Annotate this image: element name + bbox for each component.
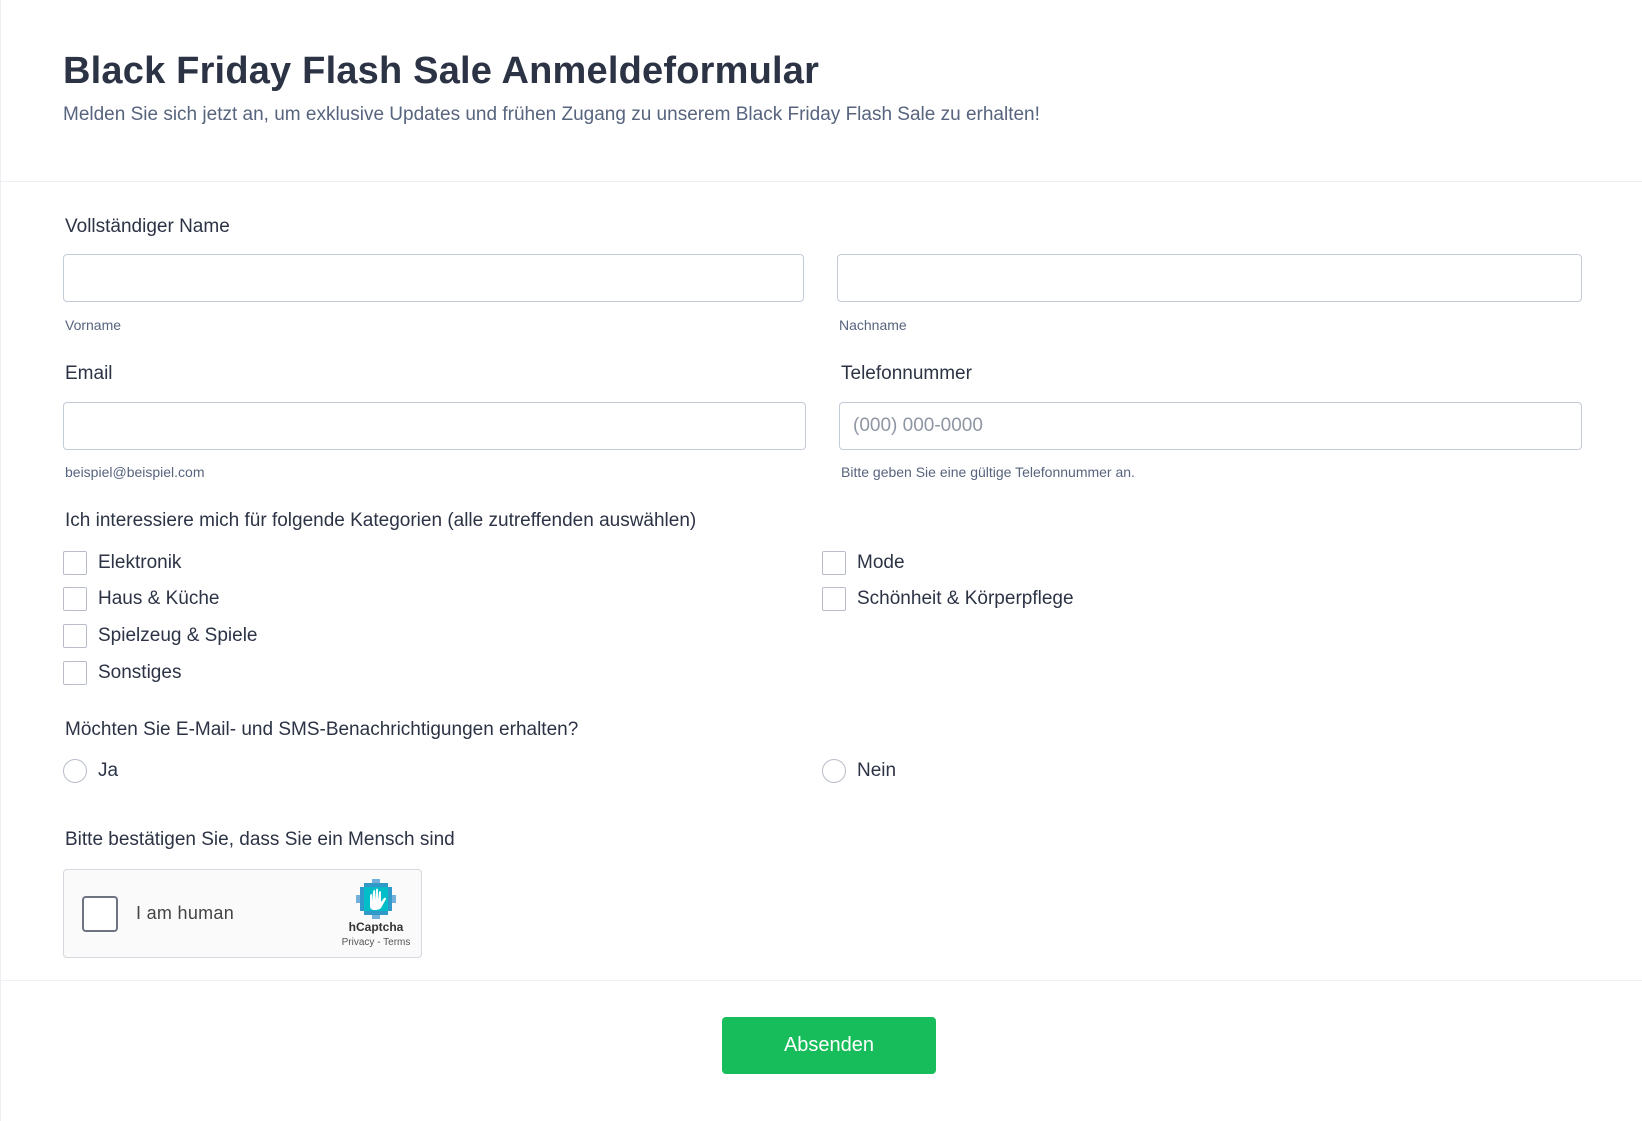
category-option-sonstiges[interactable]: Sonstiges	[63, 660, 181, 686]
captcha-checkbox[interactable]	[82, 896, 118, 932]
hcaptcha-widget: I am human hCaptcha Privacy - Terms	[63, 869, 422, 958]
captcha-label: Bitte bestätigen Sie, dass Sie ein Mensc…	[65, 829, 455, 850]
categories-label: Ich interessiere mich für folgende Kateg…	[65, 510, 697, 531]
checkbox[interactable]	[822, 587, 846, 611]
radio-button[interactable]	[822, 759, 846, 783]
checkbox[interactable]	[63, 661, 87, 685]
phone-input[interactable]	[839, 402, 1582, 450]
checkbox[interactable]	[63, 551, 87, 575]
email-input[interactable]	[63, 402, 806, 450]
email-label: Email	[65, 363, 113, 384]
notifications-option-ja[interactable]: Ja	[63, 758, 118, 784]
radio-button[interactable]	[63, 759, 87, 783]
email-sublabel: beispiel@beispiel.com	[65, 464, 205, 480]
submit-button[interactable]: Absenden	[722, 1017, 936, 1074]
last-name-sublabel: Nachname	[839, 317, 907, 333]
first-name-input[interactable]	[63, 254, 804, 302]
category-option-label: Haus & Küche	[98, 588, 220, 609]
form-header: Black Friday Flash Sale Anmeldeformular …	[1, 0, 1642, 182]
notifications-option-nein[interactable]: Nein	[822, 758, 896, 784]
notifications-option-label: Ja	[98, 760, 119, 781]
hcaptcha-hand-icon	[356, 879, 396, 919]
footer-divider	[1, 980, 1642, 981]
full-name-label: Vollständiger Name	[65, 216, 230, 237]
category-option-spielzeug[interactable]: Spielzeug & Spiele	[63, 623, 258, 649]
category-option-label: Schönheit & Körperpflege	[857, 588, 1074, 609]
captcha-checkbox-text: I am human	[136, 903, 235, 923]
notifications-label: Möchten Sie E-Mail- und SMS-Benachrichti…	[65, 719, 579, 740]
category-option-mode[interactable]: Mode	[822, 550, 905, 576]
category-option-label: Sonstiges	[98, 662, 182, 683]
checkbox[interactable]	[63, 624, 87, 648]
category-option-schoenheit[interactable]: Schönheit & Körperpflege	[822, 586, 1074, 612]
last-name-input[interactable]	[837, 254, 1582, 302]
phone-label: Telefonnummer	[841, 363, 972, 384]
notifications-option-label: Nein	[857, 760, 897, 781]
form-title: Black Friday Flash Sale Anmeldeformular	[63, 50, 820, 92]
captcha-privacy-terms-links[interactable]: Privacy - Terms	[326, 937, 426, 948]
form-page: Black Friday Flash Sale Anmeldeformular …	[0, 0, 1642, 1121]
form-subtitle: Melden Sie sich jetzt an, um exklusive U…	[63, 104, 1040, 125]
category-option-elektronik[interactable]: Elektronik	[63, 550, 181, 576]
captcha-brand: hCaptcha	[348, 920, 404, 934]
checkbox[interactable]	[822, 551, 846, 575]
checkbox[interactable]	[63, 587, 87, 611]
category-option-haus-kueche[interactable]: Haus & Küche	[63, 586, 219, 612]
category-option-label: Spielzeug & Spiele	[98, 625, 258, 646]
category-option-label: Mode	[857, 552, 905, 573]
phone-sublabel: Bitte geben Sie eine gültige Telefonnumm…	[841, 464, 1135, 480]
first-name-sublabel: Vorname	[65, 317, 122, 333]
category-option-label: Elektronik	[98, 552, 182, 573]
